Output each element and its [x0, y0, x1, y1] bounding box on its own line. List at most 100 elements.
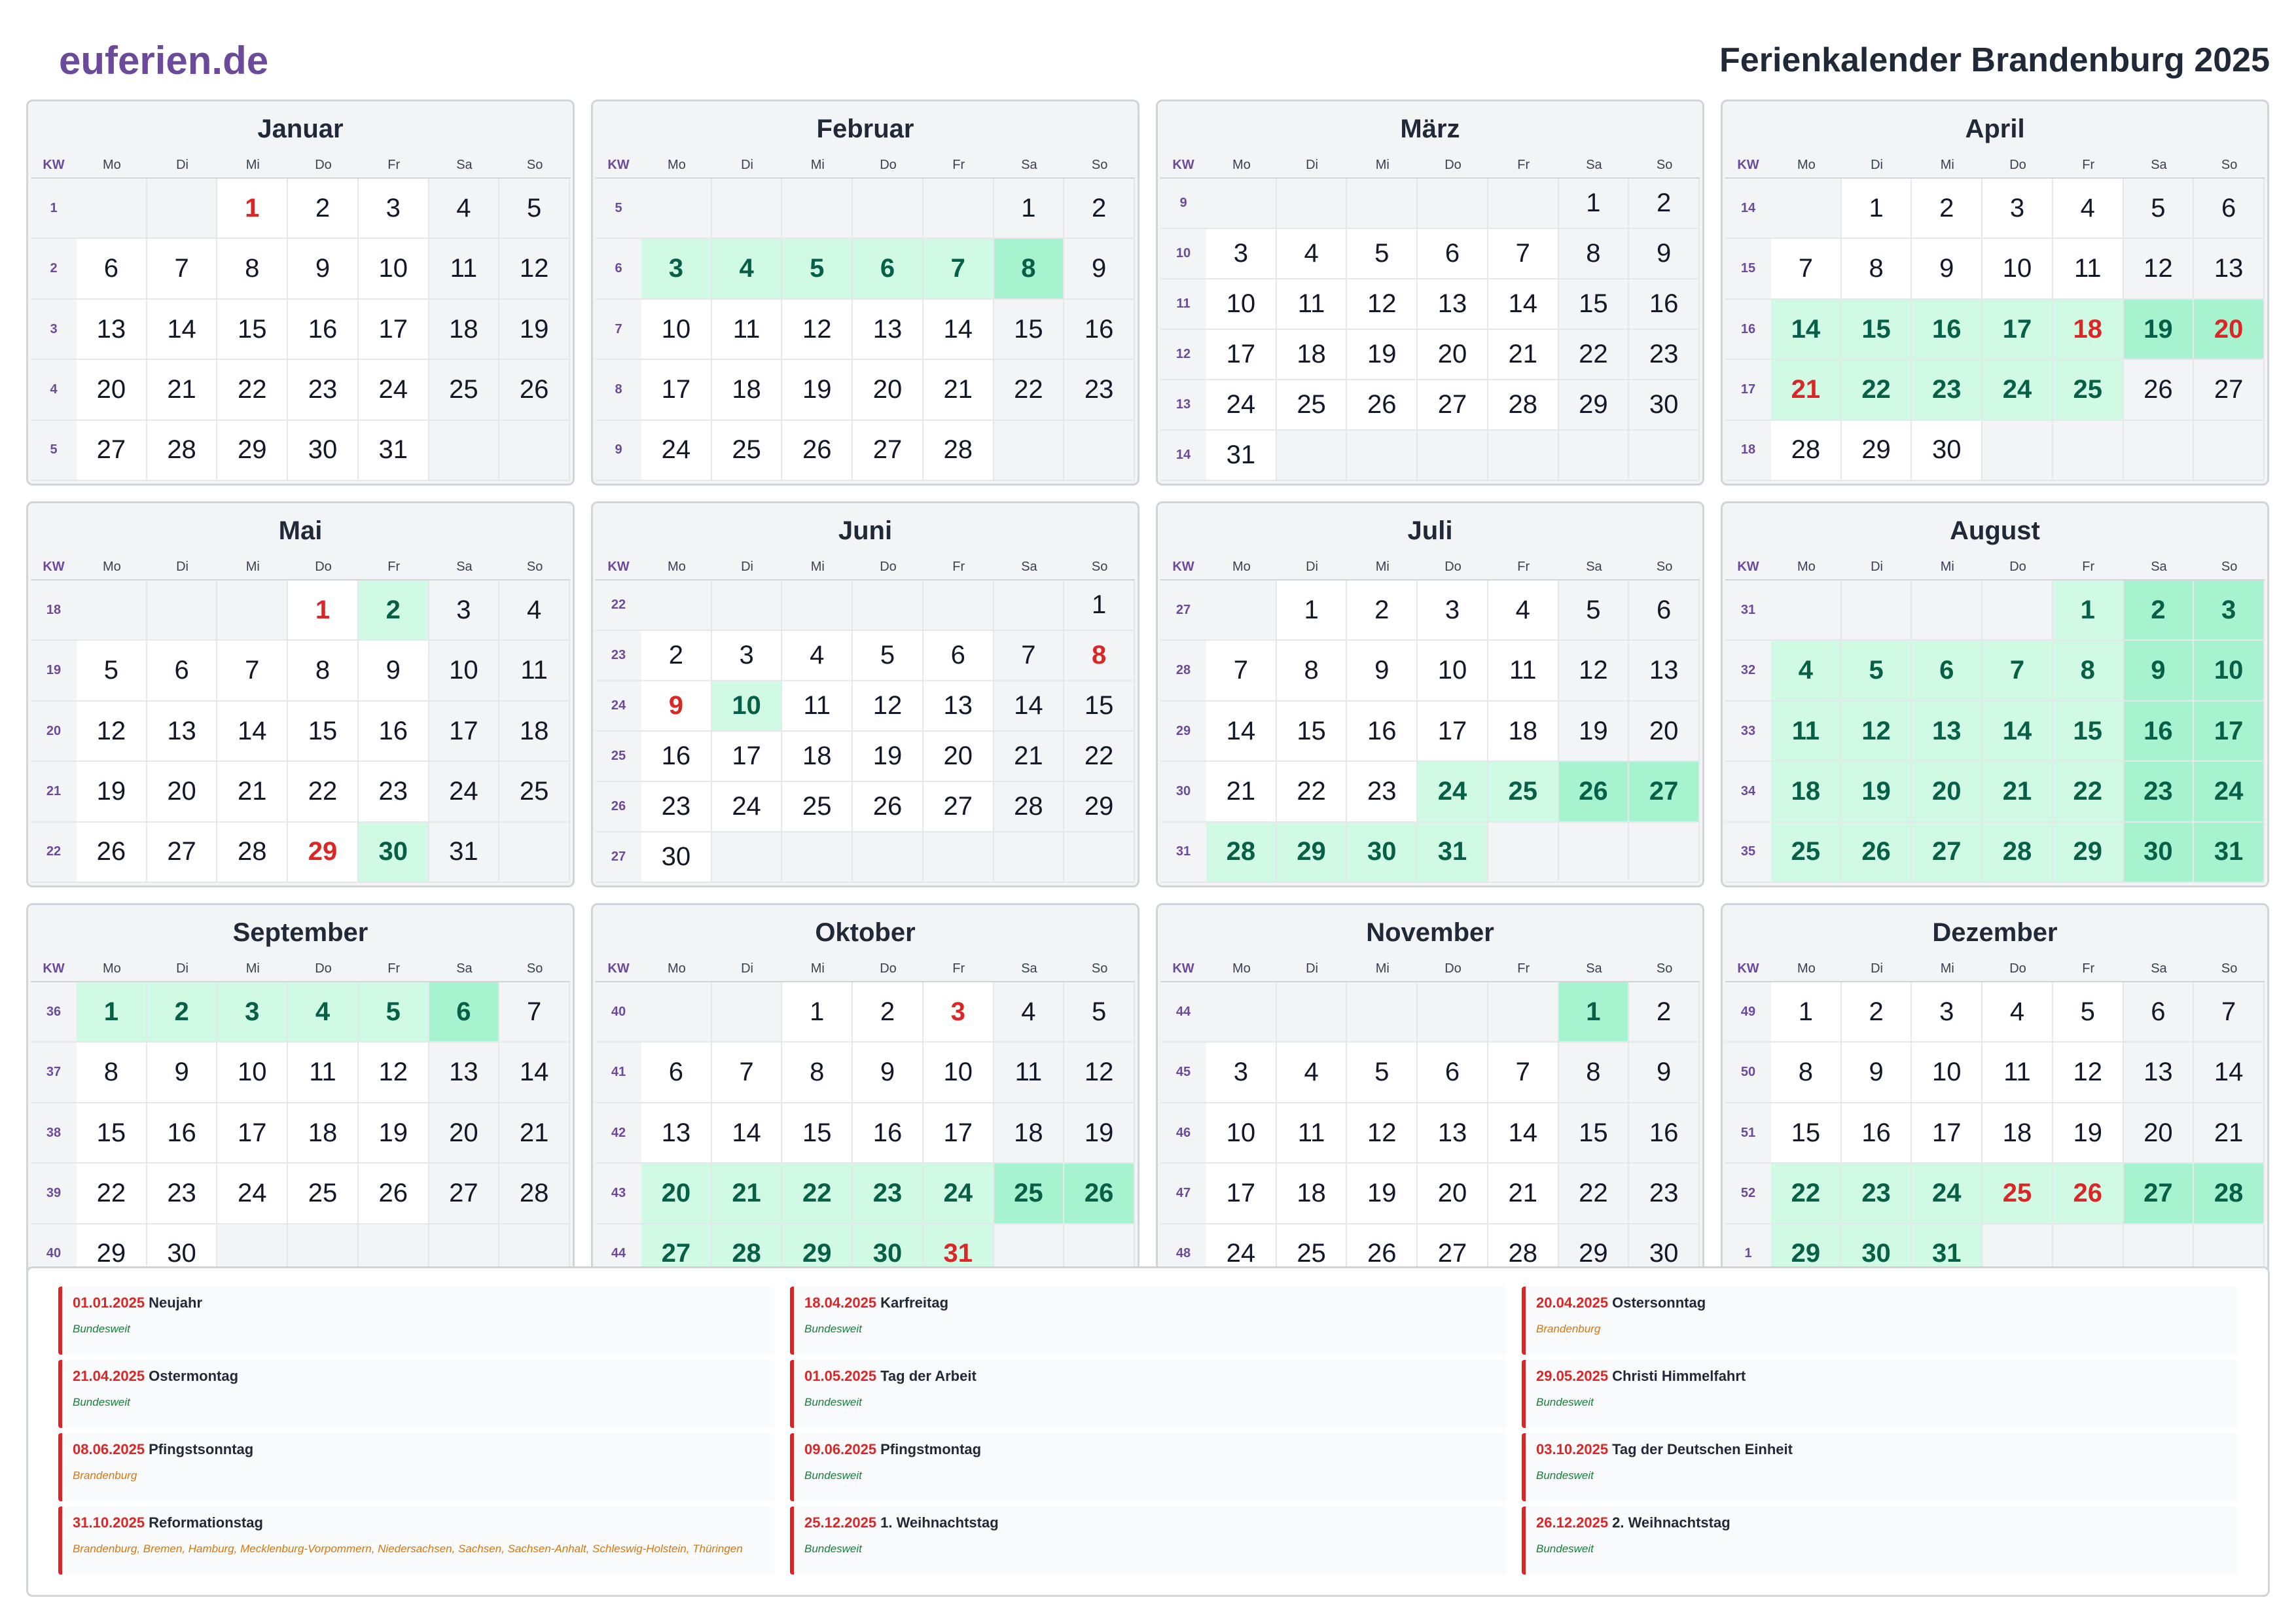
day-cell[interactable]: 26 — [2123, 360, 2195, 421]
day-cell[interactable]: 16 — [2123, 701, 2195, 762]
day-cell[interactable]: 22 — [782, 1164, 853, 1224]
day-cell[interactable]: 18 — [429, 299, 500, 361]
day-cell[interactable]: 23 — [1347, 762, 1418, 823]
day-cell[interactable]: 11 — [994, 1043, 1065, 1103]
day-cell[interactable]: 1 — [1771, 982, 1842, 1043]
day-cell[interactable]: 5 — [358, 982, 429, 1043]
day-cell[interactable]: 28 — [147, 420, 218, 482]
day-cell[interactable]: 8 — [782, 1043, 853, 1103]
day-cell[interactable]: 14 — [1206, 701, 1277, 762]
day-cell[interactable]: 22 — [994, 360, 1065, 421]
day-cell[interactable]: 2 — [147, 982, 218, 1043]
day-cell[interactable]: 27 — [1629, 762, 1700, 823]
day-cell[interactable]: 1 — [77, 982, 147, 1043]
day-cell[interactable]: 20 — [2194, 299, 2265, 361]
day-cell[interactable]: 11 — [1982, 1043, 2053, 1103]
day-cell[interactable]: 17 — [217, 1103, 289, 1164]
day-cell[interactable]: 25 — [429, 360, 500, 421]
day-cell[interactable]: 28 — [1206, 822, 1277, 883]
day-cell[interactable]: 27 — [2123, 1164, 2195, 1224]
day-cell[interactable]: 7 — [994, 631, 1065, 681]
day-cell[interactable]: 5 — [1841, 641, 1912, 702]
day-cell[interactable]: 7 — [711, 1043, 783, 1103]
day-cell[interactable]: 15 — [2053, 701, 2124, 762]
day-cell[interactable]: 10 — [641, 299, 712, 361]
day-cell[interactable]: 20 — [2123, 1103, 2195, 1164]
day-cell[interactable]: 15 — [217, 299, 289, 361]
day-cell[interactable]: 26 — [499, 360, 570, 421]
day-cell[interactable]: 23 — [2123, 762, 2195, 823]
day-cell[interactable]: 18 — [1488, 701, 1559, 762]
day-cell[interactable]: 16 — [1629, 279, 1700, 330]
day-cell[interactable]: 22 — [1558, 1164, 1630, 1224]
day-cell[interactable]: 10 — [711, 681, 783, 732]
day-cell[interactable]: 5 — [1347, 1043, 1418, 1103]
day-cell[interactable]: 10 — [217, 1043, 289, 1103]
day-cell[interactable]: 24 — [1206, 380, 1277, 431]
day-cell[interactable]: 25 — [1982, 1164, 2053, 1224]
day-cell[interactable]: 4 — [782, 631, 853, 681]
day-cell[interactable]: 20 — [77, 360, 147, 421]
day-cell[interactable]: 29 — [1558, 380, 1630, 431]
day-cell[interactable]: 6 — [429, 982, 500, 1043]
day-cell[interactable]: 12 — [2123, 239, 2195, 300]
day-cell[interactable]: 19 — [499, 299, 570, 361]
day-cell[interactable]: 31 — [2194, 822, 2265, 883]
day-cell[interactable]: 12 — [1347, 1103, 1418, 1164]
day-cell[interactable]: 31 — [429, 822, 500, 883]
day-cell[interactable]: 18 — [499, 701, 570, 762]
day-cell[interactable]: 6 — [923, 631, 994, 681]
day-cell[interactable]: 4 — [499, 580, 570, 641]
day-cell[interactable]: 2 — [1841, 982, 1912, 1043]
day-cell[interactable]: 3 — [358, 179, 429, 240]
day-cell[interactable]: 22 — [1771, 1164, 1842, 1224]
day-cell[interactable]: 3 — [711, 631, 783, 681]
day-cell[interactable]: 9 — [641, 681, 712, 732]
day-cell[interactable]: 28 — [217, 822, 289, 883]
day-cell[interactable]: 8 — [288, 641, 359, 702]
day-cell[interactable]: 16 — [1841, 1103, 1912, 1164]
day-cell[interactable]: 11 — [1276, 279, 1348, 330]
day-cell[interactable]: 9 — [2123, 641, 2195, 702]
day-cell[interactable]: 1 — [1558, 179, 1630, 229]
day-cell[interactable]: 21 — [217, 762, 289, 823]
day-cell[interactable]: 9 — [1629, 229, 1700, 279]
day-cell[interactable]: 11 — [1488, 641, 1559, 702]
day-cell[interactable]: 13 — [429, 1043, 500, 1103]
day-cell[interactable]: 28 — [994, 782, 1065, 832]
day-cell[interactable]: 7 — [1206, 641, 1277, 702]
day-cell[interactable]: 13 — [641, 1103, 712, 1164]
day-cell[interactable]: 8 — [994, 239, 1065, 300]
day-cell[interactable]: 17 — [1418, 701, 1488, 762]
day-cell[interactable]: 30 — [358, 822, 429, 883]
day-cell[interactable]: 11 — [2053, 239, 2124, 300]
day-cell[interactable]: 16 — [1912, 299, 1983, 361]
day-cell[interactable]: 26 — [853, 782, 924, 832]
day-cell[interactable]: 6 — [2123, 982, 2195, 1043]
day-cell[interactable]: 19 — [1347, 330, 1418, 380]
day-cell[interactable]: 11 — [288, 1043, 359, 1103]
day-cell[interactable]: 21 — [1488, 330, 1559, 380]
day-cell[interactable]: 24 — [923, 1164, 994, 1224]
day-cell[interactable]: 4 — [1771, 641, 1842, 702]
day-cell[interactable]: 4 — [429, 179, 500, 240]
day-cell[interactable]: 19 — [2053, 1103, 2124, 1164]
day-cell[interactable]: 26 — [1064, 1164, 1135, 1224]
day-cell[interactable]: 27 — [2194, 360, 2265, 421]
day-cell[interactable]: 19 — [1347, 1164, 1418, 1224]
day-cell[interactable]: 7 — [1488, 229, 1559, 279]
day-cell[interactable]: 14 — [1488, 279, 1559, 330]
day-cell[interactable]: 2 — [1629, 982, 1700, 1043]
day-cell[interactable]: 23 — [1841, 1164, 1912, 1224]
day-cell[interactable]: 6 — [2194, 179, 2265, 240]
day-cell[interactable]: 9 — [358, 641, 429, 702]
day-cell[interactable]: 11 — [711, 299, 783, 361]
day-cell[interactable]: 19 — [358, 1103, 429, 1164]
day-cell[interactable]: 3 — [1418, 580, 1488, 641]
day-cell[interactable]: 17 — [641, 360, 712, 421]
day-cell[interactable]: 23 — [1912, 360, 1983, 421]
day-cell[interactable]: 9 — [1064, 239, 1135, 300]
day-cell[interactable]: 2 — [2123, 580, 2195, 641]
day-cell[interactable]: 6 — [853, 239, 924, 300]
day-cell[interactable]: 8 — [1064, 631, 1135, 681]
